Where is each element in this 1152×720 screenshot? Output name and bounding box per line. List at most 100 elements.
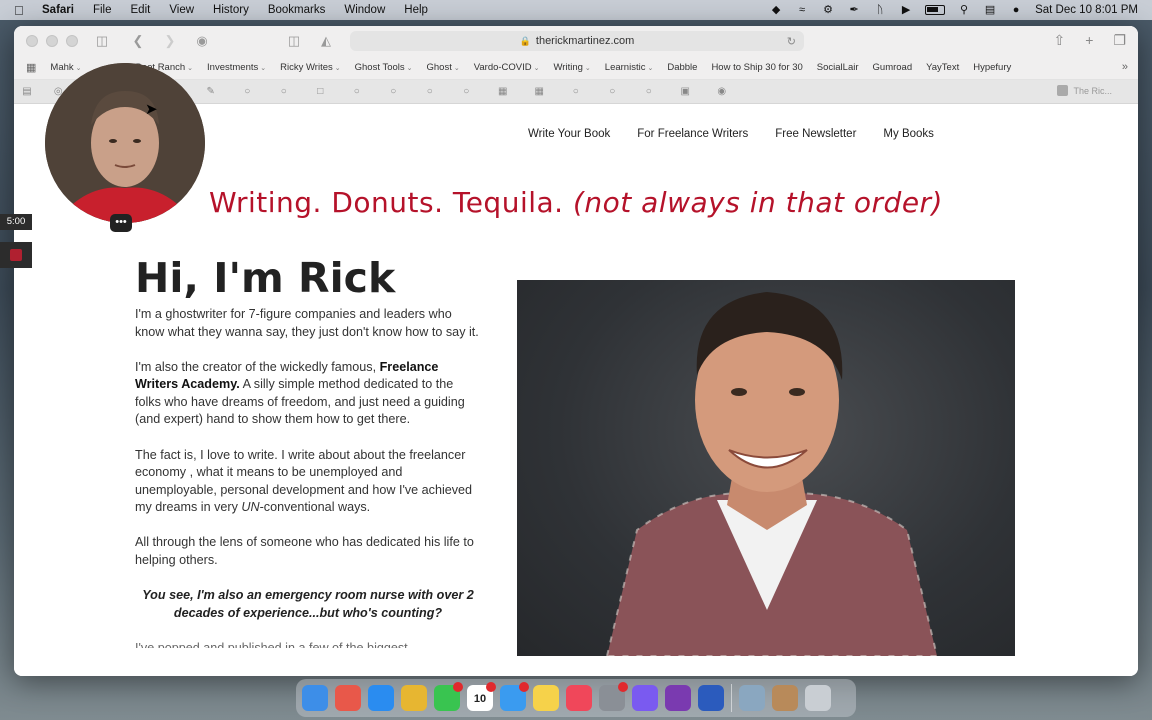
favorite-item[interactable]: Ghost ⌄ xyxy=(427,62,460,73)
menu-bookmarks[interactable]: Bookmarks xyxy=(268,4,326,16)
favorite-item[interactable]: Writing ⌄ xyxy=(554,62,591,73)
pinned-tab[interactable]: ○ xyxy=(375,86,412,98)
grid-icon[interactable]: ▦ xyxy=(26,61,36,74)
pinned-tab[interactable]: ○ xyxy=(412,86,449,98)
word-icon[interactable] xyxy=(698,685,724,711)
pinned-tab[interactable]: ○ xyxy=(448,86,485,98)
extension-icon[interactable]: ◉ xyxy=(194,33,210,49)
tab-overview-icon[interactable]: ❐ xyxy=(1113,32,1126,49)
favorite-item[interactable]: Vardo-COVID ⌄ xyxy=(474,62,540,73)
new-tab-icon[interactable]: + xyxy=(1085,32,1093,49)
stop-recording-button[interactable] xyxy=(0,242,32,268)
webcam-bubble[interactable] xyxy=(45,63,205,223)
pinned-tab[interactable]: ○ xyxy=(558,86,595,98)
bluetooth-icon[interactable]: ᚢ xyxy=(873,4,887,16)
zoom-window-button[interactable] xyxy=(66,35,78,47)
pinned-tab[interactable]: □ xyxy=(302,86,339,98)
tab-favicon-icon: ▣ xyxy=(680,85,690,97)
privacy-report-icon[interactable]: ◫ xyxy=(286,33,302,49)
menu-edit[interactable]: Edit xyxy=(131,4,151,16)
address-bar[interactable]: 🔒 therickmartinez.com ↻ xyxy=(350,31,804,51)
favorite-item[interactable]: SocialLair xyxy=(817,62,859,73)
chevron-more-icon[interactable]: » xyxy=(1122,61,1128,73)
launchpad-icon[interactable] xyxy=(335,685,361,711)
notes-icon[interactable] xyxy=(533,685,559,711)
browser-icon[interactable] xyxy=(632,685,658,711)
gear-icon[interactable]: ⚙ xyxy=(821,4,835,16)
pinned-tab[interactable]: ○ xyxy=(229,86,266,98)
trash-icon[interactable] xyxy=(805,685,831,711)
nav-for-freelance-writers[interactable]: For Freelance Writers xyxy=(637,128,748,140)
calendar-icon[interactable]: 10 xyxy=(467,682,496,711)
pinned-tab[interactable]: ○ xyxy=(339,86,376,98)
tab-favicon-icon: ✎ xyxy=(206,85,215,97)
shield-icon[interactable]: ◭ xyxy=(318,33,334,49)
favorite-label: How to Ship 30 for 30 xyxy=(711,62,803,73)
favorite-item[interactable]: Hypefury xyxy=(973,62,1011,73)
favorite-item[interactable]: How to Ship 30 for 30 xyxy=(711,62,802,73)
window-controls xyxy=(26,35,78,47)
nav-my-books[interactable]: My Books xyxy=(883,128,934,140)
onenote-icon[interactable] xyxy=(665,685,691,711)
menu-window[interactable]: Window xyxy=(344,4,385,16)
control-center-icon[interactable]: ▤ xyxy=(983,4,997,16)
webcam-options-button[interactable]: ••• xyxy=(110,214,132,232)
menu-bar-clock[interactable]: Sat Dec 10 8:01 PM xyxy=(1035,4,1138,16)
sidebar-toggle-icon[interactable]: ◫ xyxy=(94,33,110,49)
menu-app-safari[interactable]: Safari xyxy=(42,4,74,16)
pinned-tab[interactable]: ○ xyxy=(594,86,631,98)
pen-icon[interactable]: ✒ xyxy=(847,4,861,16)
preview-icon[interactable] xyxy=(739,685,765,711)
pinned-tab[interactable]: ✎ xyxy=(193,86,230,98)
favorite-item[interactable]: Ricky Writes ⌄ xyxy=(280,62,340,73)
favorite-item[interactable]: Mahk ⌄ xyxy=(50,62,81,73)
minimize-window-button[interactable] xyxy=(46,35,58,47)
tab-active[interactable]: The Ric... xyxy=(1057,85,1112,96)
play-icon[interactable]: ▶ xyxy=(899,4,913,16)
nav-write-your-book[interactable]: Write Your Book xyxy=(528,128,610,140)
favorite-item[interactable]: Learnistic ⌄ xyxy=(605,62,654,73)
tab-favicon-icon: ▦ xyxy=(498,85,508,97)
messages-icon[interactable] xyxy=(434,682,463,711)
reload-icon[interactable]: ↻ xyxy=(787,35,796,48)
pinned-tab[interactable]: ▦ xyxy=(521,86,558,98)
apple-icon[interactable]:  xyxy=(14,3,30,18)
app-icon[interactable] xyxy=(772,685,798,711)
pinned-tab[interactable]: ◉ xyxy=(704,86,741,98)
favorite-item[interactable]: Dabble xyxy=(667,62,697,73)
system-preferences-icon[interactable] xyxy=(599,682,628,711)
battery-icon[interactable] xyxy=(925,5,946,15)
menu-view[interactable]: View xyxy=(169,4,194,16)
back-icon[interactable]: ❮ xyxy=(130,33,146,49)
forward-icon[interactable]: ❯ xyxy=(162,33,178,49)
favorite-item[interactable]: YayText xyxy=(926,62,959,73)
safari-toolbar: ◫ ❮ ❯ ◉ ◫ ◭ 🔒 therickmartinez.com ↻ ⇧ + … xyxy=(14,26,1138,56)
music-icon[interactable] xyxy=(566,685,592,711)
pinned-tab[interactable]: ▤ xyxy=(14,86,40,98)
finder-icon[interactable] xyxy=(302,685,328,711)
safari-icon[interactable] xyxy=(368,685,394,711)
search-icon[interactable]: ⚲ xyxy=(957,4,971,16)
intro-paragraph-5: You see, I'm also an emergency room nurs… xyxy=(142,588,474,620)
pinned-tab[interactable]: ▦ xyxy=(485,86,522,98)
pinned-tab[interactable]: ○ xyxy=(631,86,668,98)
wifi-icon[interactable]: ≈ xyxy=(795,4,809,16)
favorite-item[interactable]: Investments ⌄ xyxy=(207,62,266,73)
close-window-button[interactable] xyxy=(26,35,38,47)
mail-icon[interactable] xyxy=(500,682,529,711)
dropbox-icon[interactable]: ◆ xyxy=(769,4,783,16)
chrome-icon[interactable] xyxy=(401,685,427,711)
site-nav: Write Your Book For Freelance Writers Fr… xyxy=(528,128,934,140)
menu-help[interactable]: Help xyxy=(404,4,428,16)
nav-free-newsletter[interactable]: Free Newsletter xyxy=(775,128,856,140)
siri-icon[interactable]: ● xyxy=(1009,4,1023,16)
favorite-item[interactable]: Gumroad xyxy=(873,62,913,73)
menu-file[interactable]: File xyxy=(93,4,112,16)
share-icon[interactable]: ⇧ xyxy=(1054,32,1066,49)
pinned-tab[interactable]: ▣ xyxy=(667,86,704,98)
pinned-tab[interactable]: ○ xyxy=(266,86,303,98)
chevron-down-icon: ⌄ xyxy=(533,65,540,72)
recording-timer[interactable]: 5:00 xyxy=(0,214,32,230)
favorite-item[interactable]: Ghost Tools ⌄ xyxy=(355,62,413,73)
menu-history[interactable]: History xyxy=(213,4,249,16)
